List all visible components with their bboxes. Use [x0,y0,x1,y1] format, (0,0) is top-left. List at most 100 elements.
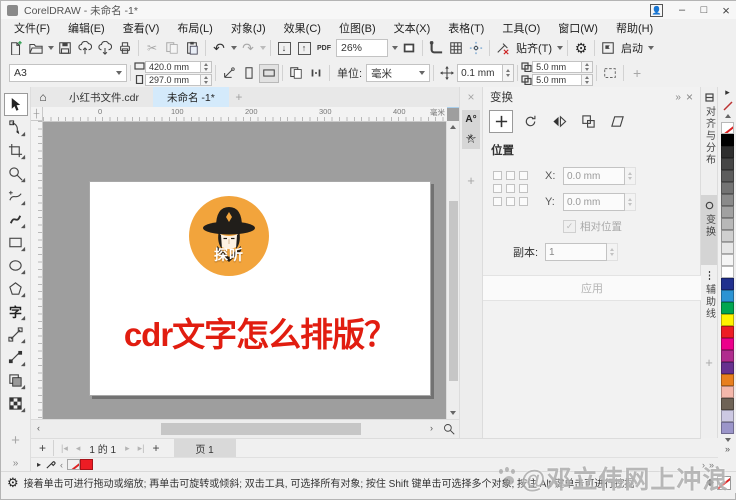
anchor-point-grid[interactable] [493,171,528,206]
pick-tool[interactable] [3,93,28,116]
docker-tab-transform[interactable]: 变换 [701,195,717,265]
scroll-right-arrow[interactable]: › [426,423,437,433]
minimize-button[interactable]: – [671,4,693,16]
palette-flyout-icon[interactable]: ▸ [718,87,736,98]
portrait-button[interactable] [239,64,259,83]
menu-item[interactable]: 窗口(W) [549,19,607,37]
transform-size-button[interactable] [576,110,600,133]
color-swatch[interactable] [721,302,734,314]
open-button[interactable] [26,39,46,58]
crop-tool[interactable] [4,139,28,162]
new-document-tab-button[interactable]: + [229,90,249,104]
star-disabled-icon[interactable]: ☆ × [465,132,477,145]
ruler-origin-icon[interactable]: ┼ [31,107,43,121]
transform-scale-mirror-button[interactable] [547,110,571,133]
scroll-up-arrow[interactable] [450,125,456,129]
doc-palette-flyout-icon[interactable]: ▸ [37,460,41,469]
menu-item[interactable]: 帮助(H) [607,19,662,37]
color-swatch[interactable] [721,218,734,230]
color-swatch[interactable] [721,230,734,242]
undo-button[interactable]: ↶ [209,39,229,58]
launch-icon[interactable] [598,39,618,58]
document-tab-active[interactable]: 未命名 -1* [153,87,229,107]
snap-to-dropdown[interactable] [555,39,564,58]
pdf-icon[interactable]: PDF [314,39,334,58]
add-page-after-button[interactable]: + [148,441,163,455]
eyedropper-icon[interactable] [45,459,56,470]
menu-item[interactable]: 文件(F) [5,19,59,37]
nudge-distance-field[interactable] [457,64,504,82]
color-swatch[interactable] [721,206,734,218]
zoom-corner-icon[interactable] [443,423,455,435]
color-swatch[interactable] [721,350,734,362]
docker-tab-align[interactable]: 对齐与分布 [701,87,717,195]
vertical-scrollbar[interactable] [446,121,459,419]
menu-item[interactable]: 布局(L) [168,19,221,37]
docker-add-tab-button[interactable]: + [701,355,717,370]
page-height-field[interactable] [145,73,201,86]
undo-dropdown[interactable] [229,39,238,58]
rulers-toggle[interactable] [426,39,446,58]
maximize-button[interactable]: □ [693,4,715,16]
text-tool[interactable]: 字 [4,300,28,323]
color-swatch[interactable] [721,338,734,350]
new-document-button[interactable] [6,39,26,58]
color-swatch[interactable] [721,326,734,338]
zoom-level-combo[interactable]: 26% [336,39,388,57]
save-button[interactable] [55,39,75,58]
document-tab-inactive[interactable]: 小红书文件.cdr [55,87,153,107]
cloud-upload-icon[interactable] [75,39,95,58]
docker-collapse-icon[interactable]: » [670,92,686,103]
docker-close-icon[interactable]: × [686,90,693,104]
shadow-tool[interactable] [4,369,28,392]
vertical-ruler[interactable] [31,121,43,419]
palette-scroll-down[interactable] [724,438,731,442]
logo-badge[interactable]: 探听 [189,196,269,276]
import-button[interactable]: ↓ [274,39,294,58]
palette-expand-icon[interactable]: » [718,444,736,454]
open-dropdown[interactable] [46,39,55,58]
zoom-level-dropdown[interactable] [390,39,399,58]
menu-item[interactable]: 表格(T) [439,19,493,37]
color-swatch[interactable] [721,254,734,266]
paste-button[interactable] [182,39,202,58]
polygon-tool[interactable] [4,277,28,300]
docker-tab-guidelines[interactable]: 辅助线 [701,265,717,347]
strip-close-icon[interactable]: × [460,87,482,104]
color-swatch[interactable] [721,266,734,278]
drawing-page[interactable]: 探听 cdr文字怎么排版？ [89,181,431,396]
close-button[interactable]: × [715,3,736,18]
page-width-field[interactable] [145,60,201,73]
launch-dropdown[interactable] [646,39,655,58]
add-page-button[interactable]: + [35,441,50,455]
page-tab[interactable]: 页 1 [173,438,236,458]
launch-button[interactable]: 启动 [618,40,646,56]
fullscreen-preview-button[interactable] [399,39,419,58]
grid-toggle[interactable] [446,39,466,58]
shape-tool[interactable] [4,116,28,139]
vertical-scroll-thumb[interactable] [449,201,458,381]
color-swatch[interactable] [721,146,734,158]
strip-add-icon[interactable]: + [460,173,482,188]
home-tab-icon[interactable]: ⌂ [31,90,55,104]
units-combo[interactable]: 毫米 [366,64,431,82]
status-gear-icon[interactable]: ⚙ [7,475,19,491]
transform-skew-button[interactable] [605,110,629,133]
nudge-spinner[interactable] [503,64,515,82]
artistic-media-tool[interactable] [4,208,28,231]
treat-as-filled-toggle[interactable] [600,64,620,83]
transform-rotate-button[interactable] [518,110,542,133]
landscape-button[interactable] [259,63,279,83]
relative-position-checkbox[interactable]: ✓ [563,220,576,233]
color-swatch[interactable] [721,386,734,398]
page-height-spinner[interactable] [201,73,212,86]
menu-item[interactable]: 工具(O) [493,19,549,37]
color-swatch[interactable] [721,410,734,422]
no-color-swatch[interactable] [67,459,81,470]
guidelines-toggle[interactable] [466,39,486,58]
snap-to-button[interactable]: 贴齐(T) [513,40,555,56]
color-swatch[interactable] [80,459,94,470]
menu-item[interactable]: 位图(B) [330,19,385,37]
doc-palette-left-arrow[interactable]: ‹ [60,460,63,470]
page-angle-icon[interactable] [219,64,239,83]
